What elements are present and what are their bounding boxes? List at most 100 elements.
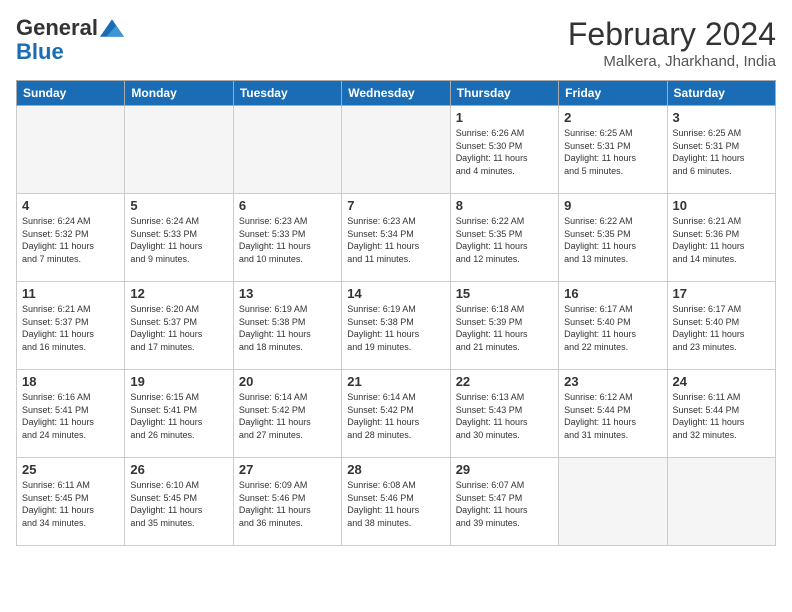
calendar-cell: 19 Sunrise: 6:15 AM Sunset: 5:41 PM Dayli… [125, 370, 233, 458]
day-number: 5 [130, 198, 227, 213]
calendar-cell [342, 106, 450, 194]
weekday-header-monday: Monday [125, 81, 233, 106]
day-info: Sunrise: 6:07 AM Sunset: 5:47 PM Dayligh… [456, 479, 553, 529]
calendar-cell: 26Sunrise: 6:10 AM Sunset: 5:45 PM Dayli… [125, 458, 233, 546]
day-info: Sunrise: 6:16 AM Sunset: 5:41 PM Dayligh… [22, 391, 119, 441]
calendar-cell [17, 106, 125, 194]
calendar-cell: 5 Sunrise: 6:24 AM Sunset: 5:33 PM Daylig… [125, 194, 233, 282]
day-info: Sunrise: 6:22 AM Sunset: 5:35 PM Dayligh… [564, 215, 661, 265]
day-info: Sunrise: 6:19 AM Sunset: 5:38 PM Dayligh… [347, 303, 444, 353]
calendar-cell: 23Sunrise: 6:12 AM Sunset: 5:44 PM Dayli… [559, 370, 667, 458]
day-info: Sunrise: 6:25 AM Sunset: 5:31 PM Dayligh… [564, 127, 661, 177]
calendar-cell: 16Sunrise: 6:17 AM Sunset: 5:40 PM Dayli… [559, 282, 667, 370]
day-number: 20 [239, 374, 336, 389]
day-number: 18 [22, 374, 119, 389]
day-info: Sunrise: 6:24 AM Sunset: 5:33 PM Dayligh… [130, 215, 227, 265]
calendar-week-5: 25Sunrise: 6:11 AM Sunset: 5:45 PM Dayli… [17, 458, 776, 546]
day-number: 13 [239, 286, 336, 301]
calendar-cell: 10Sunrise: 6:21 AM Sunset: 5:36 PM Dayli… [667, 194, 775, 282]
calendar-cell: 24 Sunrise: 6:11 AM Sunset: 5:44 PM Dayli… [667, 370, 775, 458]
day-info: Sunrise: 6:24 AM Sunset: 5:32 PM Dayligh… [22, 215, 119, 265]
calendar-cell: 4 Sunrise: 6:24 AM Sunset: 5:32 PM Daylig… [17, 194, 125, 282]
day-info: Sunrise: 6:26 AM Sunset: 5:30 PM Dayligh… [456, 127, 553, 177]
calendar-cell [667, 458, 775, 546]
calendar-cell: 3 Sunrise: 6:25 AM Sunset: 5:31 PM Daylig… [667, 106, 775, 194]
calendar-cell: 21 Sunrise: 6:14 AM Sunset: 5:42 PM Dayli… [342, 370, 450, 458]
day-number: 4 [22, 198, 119, 213]
calendar-week-3: 11Sunrise: 6:21 AM Sunset: 5:37 PM Dayli… [17, 282, 776, 370]
day-number: 28 [347, 462, 444, 477]
calendar-cell [125, 106, 233, 194]
calendar-cell: 18 Sunrise: 6:16 AM Sunset: 5:41 PM Dayli… [17, 370, 125, 458]
calendar-cell [559, 458, 667, 546]
weekday-header-tuesday: Tuesday [233, 81, 341, 106]
calendar-cell: 11Sunrise: 6:21 AM Sunset: 5:37 PM Dayli… [17, 282, 125, 370]
calendar-cell: 13 Sunrise: 6:19 AM Sunset: 5:38 PM Dayli… [233, 282, 341, 370]
calendar-cell: 9Sunrise: 6:22 AM Sunset: 5:35 PM Daylig… [559, 194, 667, 282]
day-info: Sunrise: 6:12 AM Sunset: 5:44 PM Dayligh… [564, 391, 661, 441]
day-info: Sunrise: 6:14 AM Sunset: 5:42 PM Dayligh… [239, 391, 336, 441]
day-number: 7 [347, 198, 444, 213]
day-info: Sunrise: 6:23 AM Sunset: 5:33 PM Dayligh… [239, 215, 336, 265]
day-number: 1 [456, 110, 553, 125]
day-number: 11 [22, 286, 119, 301]
weekday-header-wednesday: Wednesday [342, 81, 450, 106]
calendar-cell: 22 Sunrise: 6:13 AM Sunset: 5:43 PM Dayli… [450, 370, 558, 458]
day-info: Sunrise: 6:23 AM Sunset: 5:34 PM Dayligh… [347, 215, 444, 265]
subtitle: Malkera, Jharkhand, India [568, 53, 776, 70]
day-info: Sunrise: 6:08 AM Sunset: 5:46 PM Dayligh… [347, 479, 444, 529]
calendar-cell: 1 Sunrise: 6:26 AM Sunset: 5:30 PM Daylig… [450, 106, 558, 194]
logo: General Blue [16, 16, 124, 64]
day-number: 24 [673, 374, 770, 389]
day-number: 27 [239, 462, 336, 477]
day-info: Sunrise: 6:22 AM Sunset: 5:35 PM Dayligh… [456, 215, 553, 265]
day-number: 16 [564, 286, 661, 301]
day-number: 2 [564, 110, 661, 125]
day-number: 19 [130, 374, 227, 389]
calendar-cell: 7 Sunrise: 6:23 AM Sunset: 5:34 PM Daylig… [342, 194, 450, 282]
logo-text-blue: Blue [16, 40, 64, 64]
day-number: 6 [239, 198, 336, 213]
title-block: February 2024 Malkera, Jharkhand, India [568, 16, 776, 70]
weekday-header-thursday: Thursday [450, 81, 558, 106]
day-info: Sunrise: 6:09 AM Sunset: 5:46 PM Dayligh… [239, 479, 336, 529]
day-info: Sunrise: 6:21 AM Sunset: 5:36 PM Dayligh… [673, 215, 770, 265]
day-info: Sunrise: 6:15 AM Sunset: 5:41 PM Dayligh… [130, 391, 227, 441]
weekday-header-sunday: Sunday [17, 81, 125, 106]
day-number: 8 [456, 198, 553, 213]
day-number: 12 [130, 286, 227, 301]
calendar-cell: 14 Sunrise: 6:19 AM Sunset: 5:38 PM Dayli… [342, 282, 450, 370]
day-info: Sunrise: 6:20 AM Sunset: 5:37 PM Dayligh… [130, 303, 227, 353]
day-number: 17 [673, 286, 770, 301]
day-info: Sunrise: 6:13 AM Sunset: 5:43 PM Dayligh… [456, 391, 553, 441]
day-info: Sunrise: 6:11 AM Sunset: 5:44 PM Dayligh… [673, 391, 770, 441]
day-number: 3 [673, 110, 770, 125]
day-info: Sunrise: 6:19 AM Sunset: 5:38 PM Dayligh… [239, 303, 336, 353]
calendar-table: SundayMondayTuesdayWednesdayThursdayFrid… [16, 80, 776, 546]
day-info: Sunrise: 6:25 AM Sunset: 5:31 PM Dayligh… [673, 127, 770, 177]
day-number: 29 [456, 462, 553, 477]
page: General Blue February 2024 Malkera, Jhar… [0, 0, 792, 612]
calendar-cell: 17 Sunrise: 6:17 AM Sunset: 5:40 PM Dayli… [667, 282, 775, 370]
day-info: Sunrise: 6:14 AM Sunset: 5:42 PM Dayligh… [347, 391, 444, 441]
day-number: 15 [456, 286, 553, 301]
calendar-cell: 29 Sunrise: 6:07 AM Sunset: 5:47 PM Dayli… [450, 458, 558, 546]
day-number: 21 [347, 374, 444, 389]
calendar-cell: 12 Sunrise: 6:20 AM Sunset: 5:37 PM Dayli… [125, 282, 233, 370]
day-number: 14 [347, 286, 444, 301]
weekday-header-friday: Friday [559, 81, 667, 106]
calendar-cell: 15Sunrise: 6:18 AM Sunset: 5:39 PM Dayli… [450, 282, 558, 370]
calendar-week-4: 18 Sunrise: 6:16 AM Sunset: 5:41 PM Dayli… [17, 370, 776, 458]
calendar-cell: 28 Sunrise: 6:08 AM Sunset: 5:46 PM Dayli… [342, 458, 450, 546]
day-info: Sunrise: 6:11 AM Sunset: 5:45 PM Dayligh… [22, 479, 119, 529]
calendar-header-row: SundayMondayTuesdayWednesdayThursdayFrid… [17, 81, 776, 106]
calendar-week-2: 4 Sunrise: 6:24 AM Sunset: 5:32 PM Daylig… [17, 194, 776, 282]
header: General Blue February 2024 Malkera, Jhar… [16, 16, 776, 70]
day-number: 22 [456, 374, 553, 389]
calendar-cell: 27 Sunrise: 6:09 AM Sunset: 5:46 PM Dayli… [233, 458, 341, 546]
calendar-cell: 6 Sunrise: 6:23 AM Sunset: 5:33 PM Daylig… [233, 194, 341, 282]
day-info: Sunrise: 6:17 AM Sunset: 5:40 PM Dayligh… [673, 303, 770, 353]
weekday-header-saturday: Saturday [667, 81, 775, 106]
calendar-cell: 20 Sunrise: 6:14 AM Sunset: 5:42 PM Dayli… [233, 370, 341, 458]
calendar-cell: 25Sunrise: 6:11 AM Sunset: 5:45 PM Dayli… [17, 458, 125, 546]
